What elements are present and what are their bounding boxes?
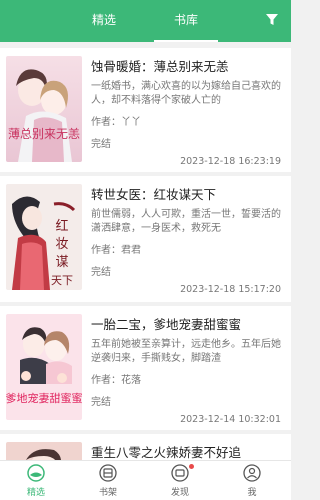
app-screen: 精选 书库 薄总别来无恙 蚀骨暖婚：薄总别来无恙 一纸婚书，满心欢喜的以为嫁给自…	[0, 0, 291, 500]
book-author: 作者：丫丫	[91, 117, 141, 128]
book-status: 完结	[91, 397, 111, 408]
svg-text:天下: 天下	[51, 274, 73, 287]
book-update-time: 2023-12-18 15:17:20	[180, 284, 281, 295]
book-title: 转世女医：红妆谋天下	[91, 187, 217, 202]
book-description: 五年前她被至亲算计，远走他乡。五年后她逆袭归来，手撕贱女，脚踏渣	[91, 339, 281, 364]
book-card[interactable]: 红 妆 谋 天下 转世女医：红妆谋天下 前世儒弱，人人可欺，重活一世，誓要活的潇…	[0, 176, 291, 302]
svg-text:妆: 妆	[55, 237, 68, 252]
svg-text:红: 红	[55, 218, 68, 234]
cover-title-text: 薄总别来无恙	[8, 126, 80, 141]
book-card[interactable]: 薄总别来无恙 蚀骨暖婚：薄总别来无恙 一纸婚书，满心欢喜的以为嫁给自己喜欢的人，…	[0, 48, 291, 172]
bottom-nav-bar: 精选 书架 发现 我	[0, 460, 291, 500]
filter-funnel-icon[interactable]	[265, 13, 279, 27]
nav-profile[interactable]: 我	[216, 461, 288, 500]
nav-discover-label: 发现	[170, 488, 189, 498]
book-title: 重生八零之火辣娇妻不好追	[91, 445, 242, 460]
tab-library[interactable]: 书库	[150, 0, 222, 42]
book-update-time: 2023-12-18 16:23:19	[180, 156, 281, 167]
profile-icon	[243, 464, 261, 482]
svg-text:谋: 谋	[55, 255, 68, 270]
book-description: 前世儒弱，人人可欺，重活一世，誓要活的潇洒肆意，一身医术，救死无	[91, 209, 281, 234]
book-status: 完结	[91, 139, 111, 150]
book-author: 作者：花落	[91, 375, 141, 386]
book-cover-image: 薄总别来无恙	[6, 56, 82, 162]
book-cover-image	[6, 442, 82, 460]
book-author: 作者：君君	[91, 245, 141, 256]
book-description: 一纸婚书，满心欢喜的以为嫁给自己喜欢的人，却不料落得个家破人亡的	[91, 81, 281, 106]
discover-icon	[171, 464, 189, 482]
book-title: 蚀骨暖婚：薄总别来无恙	[91, 59, 229, 74]
cover-title-text: 爹地宠妻甜蜜蜜	[6, 391, 82, 405]
book-status: 完结	[91, 267, 111, 278]
book-card[interactable]: 重生八零之火辣娇妻不好追	[0, 434, 291, 460]
nav-featured[interactable]: 精选	[0, 461, 72, 500]
nav-discover[interactable]: 发现	[144, 461, 216, 500]
nav-bookshelf[interactable]: 书架	[72, 461, 144, 500]
featured-icon	[27, 464, 45, 482]
nav-bookshelf-label: 书架	[98, 488, 117, 498]
top-tab-bar: 精选 书库	[0, 0, 291, 42]
book-card[interactable]: 爹地宠妻甜蜜蜜 一胎二宝，爹地宠妻甜蜜蜜 五年前她被至亲算计，远走他乡。五年后她…	[0, 306, 291, 430]
nav-featured-label: 精选	[26, 488, 45, 498]
nav-profile-label: 我	[247, 488, 257, 498]
book-update-time: 2023-12-14 10:32:01	[180, 414, 281, 425]
book-list: 薄总别来无恙 蚀骨暖婚：薄总别来无恙 一纸婚书，满心欢喜的以为嫁给自己喜欢的人，…	[0, 42, 291, 460]
book-cover-image: 红 妆 谋 天下	[6, 184, 82, 290]
notification-badge	[189, 464, 194, 469]
book-title: 一胎二宝，爹地宠妻甜蜜蜜	[91, 317, 242, 332]
book-cover-image: 爹地宠妻甜蜜蜜	[6, 314, 82, 420]
tab-featured[interactable]: 精选	[68, 0, 140, 42]
bookshelf-icon	[99, 464, 117, 482]
